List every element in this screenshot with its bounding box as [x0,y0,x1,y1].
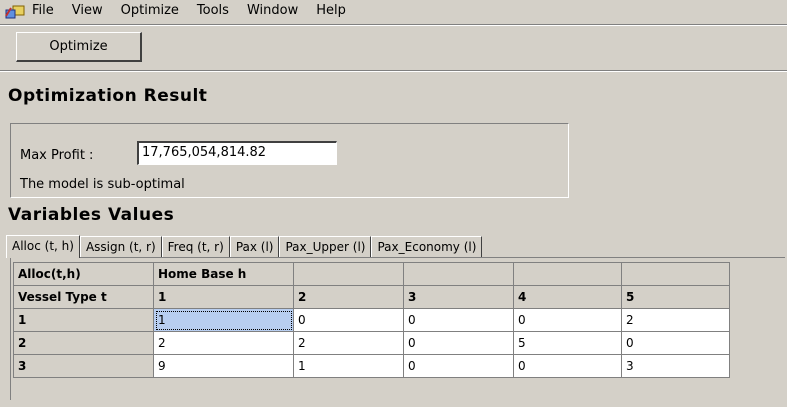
grid-cell[interactable]: 2 [621,308,730,332]
tab-pax-economy[interactable]: Pax_Economy (l) [371,236,483,257]
menu-window[interactable]: Window [238,0,307,22]
alloc-grid: Alloc(t,h) Home Base h Vessel Type t 1 2… [13,262,730,378]
grid-cell[interactable]: 2 [153,331,294,355]
grid-header-cell: 4 [513,285,622,309]
variables-tab-strip: Alloc (t, h) Assign (t, r) Freq (t, r) P… [6,235,483,258]
grid-cell[interactable]: 0 [403,308,514,332]
variables-values-title: Variables Values [8,205,175,225]
grid-cell[interactable]: 1 [293,354,404,378]
row-header-cell: 3 [13,354,154,378]
grid-header-cell [293,262,404,286]
grid-cell[interactable]: 5 [513,331,622,355]
grid-header-cell [621,262,730,286]
max-profit-label: Max Profit : [20,148,94,163]
menu-tools[interactable]: Tools [188,0,238,22]
model-status-text: The model is sub-optimal [20,177,185,192]
grid-header-row: Vessel Type t 1 2 3 4 5 [13,285,730,309]
table-row: 3 9 1 0 0 3 [13,354,730,378]
table-row: 2 2 2 0 5 0 [13,331,730,355]
optimization-result-title: Optimization Result [8,86,208,106]
grid-header-cell: Vessel Type t [13,285,154,309]
grid-header-cell: 2 [293,285,404,309]
max-profit-field[interactable]: 17,765,054,814.82 [137,141,337,165]
menu-optimize[interactable]: Optimize [112,0,188,22]
grid-header-cell: 3 [403,285,514,309]
menu-view[interactable]: View [63,0,112,22]
grid-header-cell: 1 [153,285,294,309]
grid-cell[interactable]: 0 [513,354,622,378]
tab-alloc[interactable]: Alloc (t, h) [6,235,80,258]
grid-cell[interactable]: 0 [403,331,514,355]
grid-cell[interactable]: 0 [621,331,730,355]
grid-header-row: Alloc(t,h) Home Base h [13,262,730,286]
grid-header-cell: Alloc(t,h) [13,262,154,286]
grid-cell[interactable]: 3 [621,354,730,378]
grid-cell[interactable]: 2 [293,331,404,355]
grid-cell[interactable]: 0 [403,354,514,378]
menu-bar: File View Optimize Tools Window Help [0,0,787,22]
menu-file[interactable]: File [32,0,63,22]
table-row: 1 1 0 0 0 2 [13,308,730,332]
grid-cell[interactable]: 0 [293,308,404,332]
tab-pax-upper[interactable]: Pax_Upper (l) [279,236,372,257]
menu-separator [0,24,787,26]
grid-header-cell [403,262,514,286]
row-header-cell: 2 [13,331,154,355]
grid-header-cell: 5 [621,285,730,309]
row-header-cell: 1 [13,308,154,332]
grid-cell-selected[interactable]: 1 [153,308,294,332]
tab-freq[interactable]: Freq (t, r) [161,236,230,257]
alloc-grid-panel: Alloc(t,h) Home Base h Vessel Type t 1 2… [10,257,785,400]
grid-header-cell [513,262,622,286]
grid-cell[interactable]: 9 [153,354,294,378]
grid-cell[interactable]: 0 [513,308,622,332]
grid-header-cell: Home Base h [153,262,294,286]
menu-help[interactable]: Help [307,0,355,22]
tab-pax[interactable]: Pax (l) [229,236,280,257]
optimize-button[interactable]: Optimize [16,32,142,62]
app-window-icon[interactable] [4,2,26,20]
tab-assign[interactable]: Assign (t, r) [79,236,162,257]
toolbar-separator [0,70,787,72]
